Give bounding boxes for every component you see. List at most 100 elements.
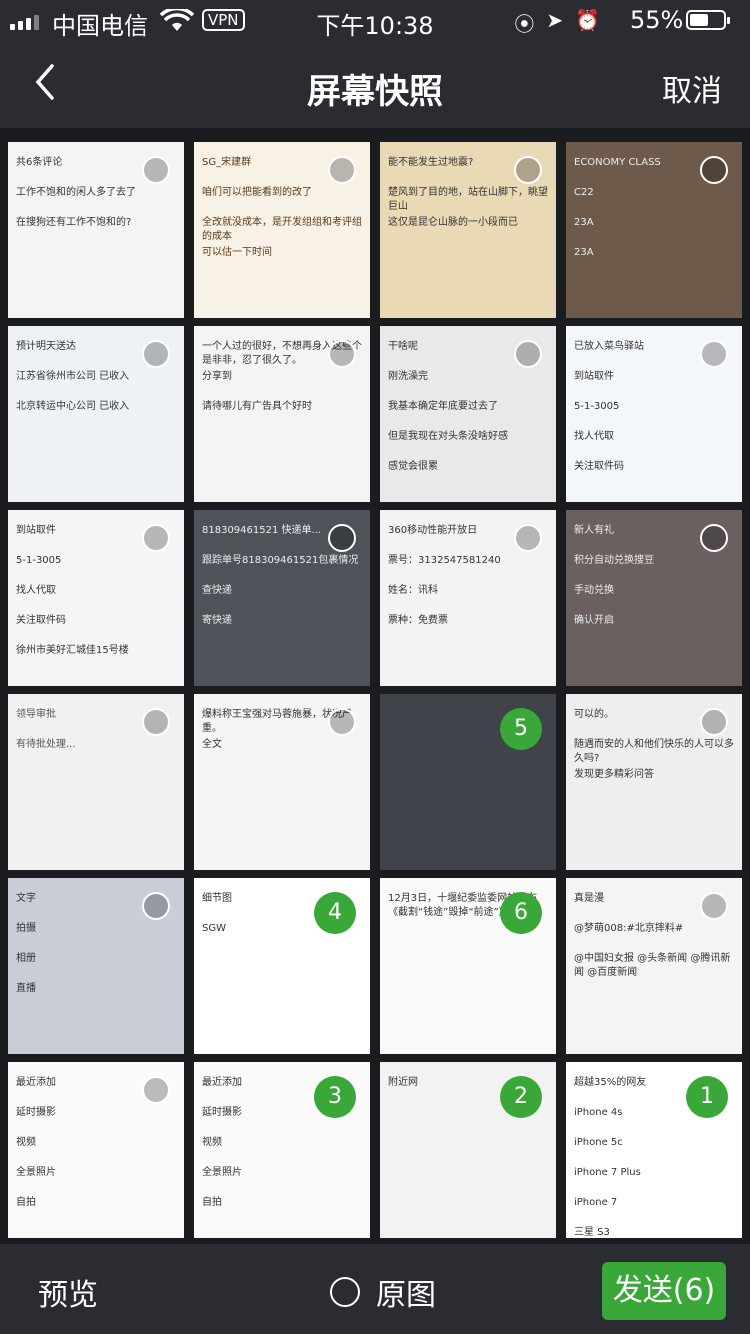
select-circle-icon[interactable] [700,892,728,920]
thumbnail-text: 关注取件码 [574,461,624,472]
status-bar: 中国电信 VPN 下午10:38 ⦿ ➤ ⏰ 55% [0,0,750,40]
photo-thumbnail[interactable]: 附近网 2 [380,1062,556,1238]
thumbnail-text: 但是我现在对头条没啥好感 [388,431,508,442]
thumbnail-text: 发现更多精彩问答 [574,769,654,780]
selection-order-badge[interactable]: 1 [686,1076,728,1118]
photo-thumbnail[interactable]: 爆料称王宝强对马蓉施暴，状况严重。 全文 [194,694,370,870]
select-circle-icon[interactable] [514,156,542,184]
thumbnail-text: 相册 [16,953,36,964]
photo-thumbnail[interactable]: 领导审批 有待批处理... [8,694,184,870]
thumbnail-text: 手动兑换 [574,585,614,596]
rotation-lock-icon: ⦿ [514,12,535,36]
selection-order-badge[interactable]: 5 [500,708,542,750]
select-circle-icon[interactable] [514,340,542,368]
thumbnail-text: 徐州市美好汇城佳15号楼 [16,645,129,656]
battery-icon [686,10,730,30]
thumbnail-text: 视频 [202,1137,222,1148]
photo-thumbnail[interactable]: 可以的。 随遇而安的人和他们快乐的人可以多久吗? 发现更多精彩问答 [566,694,742,870]
thumbnail-text: 确认开启 [574,615,614,626]
thumbnail-text: 找人代取 [574,431,614,442]
photo-thumbnail[interactable]: 超越35%的网友 iPhone 4s iPhone 5c iPhone 7 Plus i… [566,1062,742,1238]
select-circle-icon[interactable] [142,340,170,368]
thumbnail-text: 找人代取 [16,585,56,596]
photo-thumbnail[interactable]: 真是漫 @梦萌008:#北京摔料# @中国妇女报 @头条新闻 @腾讯新闻 @百度新闻 [566,878,742,1054]
photo-grid: 共6条评论 工作不饱和的闲人多了去了 在搜狗还有工作不饱和的? SG_宋建群 咱们可以把… [0,128,750,1244]
thumbnail-text: 刚洗澡完 [388,371,428,382]
thumbnail-text: C22 [574,187,594,198]
photo-thumbnail[interactable]: SG_宋建群 咱们可以把能看到的改了 全改就没成本，是开发组组和考评组的成本 可以估一… [194,142,370,318]
photo-thumbnail[interactable]: 818309461521 快递单... 跟踪单号818309461521包裹情况查… [194,510,370,686]
photo-thumbnail[interactable]: 预计明天送达 江苏省徐州市公司 已收入 北京转运中心公司 已收入 [8,326,184,502]
photo-thumbnail[interactable]: 干啥呢 刚洗澡完 我基本确定年底要过去了 但是我现在对头条没啥好感 感觉会很累 [380,326,556,502]
thumbnail-text: 票号：3132547581240 [388,555,501,566]
thumbnail-text: 工作不饱和的闲人多了去了 [16,187,136,198]
thumbnail-text: 23A [574,247,594,258]
photo-thumbnail[interactable]: 12月3日，十堰纪委监委网站发布《截割“钱途”毁掉“前途”》一文。 6 [380,878,556,1054]
thumbnail-text: @中国妇女报 @头条新闻 @腾讯新闻 @百度新闻 [574,953,731,978]
photo-thumbnail[interactable]: 新人有礼 积分自动兑换搜豆 手动兑换 确认开启 [566,510,742,686]
photo-thumbnail[interactable]: 到站取件 5-1-3005 找人代取 关注取件码 徐州市美好汇城佳15号楼 [8,510,184,686]
select-circle-icon[interactable] [142,892,170,920]
photo-thumbnail[interactable]: 360移动性能开放日 票号：3132547581240 姓名：讯科 票种：免费票 [380,510,556,686]
photo-thumbnail[interactable]: 细节图 SGW 4 [194,878,370,1054]
thumbnail-text: 关注取件码 [16,615,66,626]
radio-circle-icon[interactable] [330,1277,360,1307]
original-image-toggle[interactable]: 原图 [330,1270,436,1314]
thumbnail-text: 跟踪单号818309461521包裹情况 [202,555,359,566]
selection-order-badge[interactable]: 3 [314,1076,356,1118]
thumbnail-text: iPhone 7 [574,1197,618,1208]
select-circle-icon[interactable] [142,156,170,184]
photo-thumbnail[interactable]: 已放入菜鸟驿站 到站取件 5-1-3005 找人代取 关注取件码 [566,326,742,502]
select-circle-icon[interactable] [700,708,728,736]
thumbnail-text: 积分自动兑换搜豆 [574,555,654,566]
thumbnail-text: 到站取件 [574,371,614,382]
photo-thumbnail[interactable]: 最近添加 延时摄影 视频 全景照片 自拍 [8,1062,184,1238]
photo-thumbnail[interactable]: ECONOMY CLASS C22 23A 23A [566,142,742,318]
select-circle-icon[interactable] [700,156,728,184]
status-icons: ⦿ ➤ ⏰ [514,8,600,37]
thumbnail-text: 姓名：讯科 [388,585,438,596]
photo-thumbnail[interactable]: 一个人过的很好，不想再身入这些个是非非，忍了很久了。 分享到 请待哪儿有广告具个好时 [194,326,370,502]
select-circle-icon[interactable] [328,524,356,552]
thumbnail-text: 延时摄影 [16,1107,56,1118]
thumbnail-text: 视频 [16,1137,36,1148]
selection-order-badge[interactable]: 2 [500,1076,542,1118]
thumbnail-text: 自拍 [16,1197,36,1208]
thumbnail-text: 楚风到了目的地，站在山脚下，眺望巨山 [388,187,548,212]
thumbnail-text: 可以估一下时间 [202,247,272,258]
thumbnail-text: 感觉会很累 [388,461,438,472]
selection-order-badge[interactable]: 6 [500,892,542,934]
select-circle-icon[interactable] [142,524,170,552]
selection-order-badge[interactable]: 4 [314,892,356,934]
thumbnail-text: iPhone 5c [574,1137,623,1148]
select-circle-icon[interactable] [142,1076,170,1104]
photo-thumbnail[interactable]: 最近添加 延时摄影 视频 全景照片 自拍 3 [194,1062,370,1238]
nav-bar: 屏幕快照 取消 [0,40,750,128]
thumbnail-text: 随遇而安的人和他们快乐的人可以多久吗? [574,739,734,764]
select-circle-icon[interactable] [142,708,170,736]
thumbnail-text: 全景照片 [202,1167,242,1178]
thumbnail-text: 江苏省徐州市公司 已收入 [16,371,130,382]
photo-thumbnail[interactable]: 5 [380,694,556,870]
select-circle-icon[interactable] [328,156,356,184]
select-circle-icon[interactable] [700,524,728,552]
select-circle-icon[interactable] [328,340,356,368]
select-circle-icon[interactable] [514,524,542,552]
photo-thumbnail[interactable]: 文字 拍摄 相册 直播 [8,878,184,1054]
select-circle-icon[interactable] [700,340,728,368]
thumbnail-text: 5-1-3005 [16,555,62,566]
preview-button[interactable]: 预览 [38,1270,98,1314]
thumbnail-text: 寄快递 [202,615,232,626]
thumbnail-text: 拍摄 [16,923,36,934]
thumbnail-text: 在搜狗还有工作不饱和的? [16,217,132,228]
send-button[interactable]: 发送(6) [602,1262,726,1320]
thumbnail-text: 有待批处理... [16,739,76,750]
cancel-button[interactable]: 取消 [662,66,722,110]
thumbnail-text: 23A [574,217,594,228]
photo-thumbnail[interactable]: 能不能发生过地震? 楚风到了目的地，站在山脚下，眺望巨山 这仅是昆仑山脉的一小段而已 [380,142,556,318]
thumbnail-text: 5-1-3005 [574,401,620,412]
photo-thumbnail[interactable]: 共6条评论 工作不饱和的闲人多了去了 在搜狗还有工作不饱和的? [8,142,184,318]
thumbnail-text: 请待哪儿有广告具个好时 [202,401,312,412]
thumbnail-text: 票种：免费票 [388,615,448,626]
select-circle-icon[interactable] [328,708,356,736]
